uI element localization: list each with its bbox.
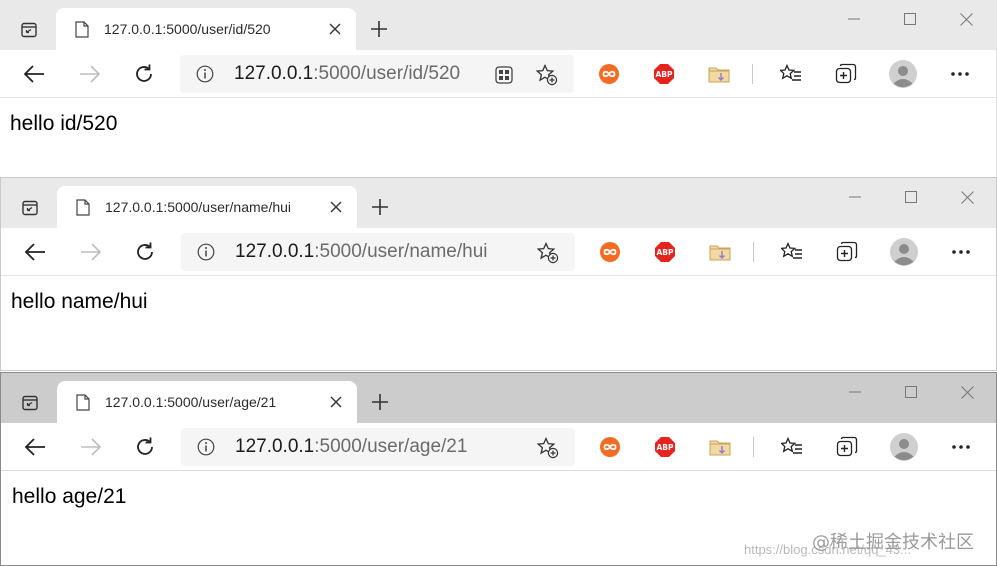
page-text: hello name/hui bbox=[11, 290, 148, 313]
back-arrow-icon[interactable] bbox=[20, 60, 48, 88]
tab-actions-icon[interactable] bbox=[17, 195, 43, 221]
page-text: hello id/520 bbox=[10, 112, 118, 135]
tab-actions-icon[interactable] bbox=[17, 390, 43, 416]
close-window-button[interactable] bbox=[947, 182, 987, 212]
address-bar[interactable]: 127.0.0.1:5000/user/name/hui bbox=[181, 233, 575, 271]
reload-icon[interactable] bbox=[131, 238, 159, 266]
adblock-plus-icon[interactable]: ABP bbox=[653, 240, 677, 264]
close-window-button[interactable] bbox=[947, 377, 987, 407]
tab-actions-icon[interactable] bbox=[16, 17, 42, 43]
folder-download-icon[interactable] bbox=[708, 435, 732, 459]
page-content: hello id/520 bbox=[0, 98, 996, 176]
plus-icon[interactable] bbox=[367, 17, 391, 41]
collections-icon[interactable] bbox=[834, 62, 858, 86]
toolbar-divider bbox=[753, 437, 754, 457]
favorites-icon[interactable] bbox=[780, 435, 804, 459]
info-icon[interactable] bbox=[196, 65, 214, 83]
apps-icon[interactable] bbox=[494, 65, 514, 85]
close-window-button[interactable] bbox=[946, 4, 986, 34]
abp-label: ABP bbox=[656, 443, 674, 452]
url-text[interactable]: 127.0.0.1:5000/user/name/hui bbox=[235, 241, 487, 263]
reload-icon[interactable] bbox=[131, 433, 159, 461]
infinity-extension-icon[interactable] bbox=[597, 62, 621, 86]
collections-icon[interactable] bbox=[835, 240, 859, 264]
toolbar: 127.0.0.1:5000/user/id/520 ABP bbox=[0, 50, 996, 98]
star-add-icon[interactable] bbox=[537, 437, 559, 459]
forward-arrow-icon[interactable] bbox=[77, 433, 105, 461]
info-icon[interactable] bbox=[197, 438, 215, 456]
title-bar: 127.0.0.1:5000/user/id/520 bbox=[0, 0, 996, 50]
plus-icon[interactable] bbox=[368, 195, 392, 219]
page-content: hello name/hui bbox=[1, 276, 996, 370]
browser-window-1: 127.0.0.1:5000/user/id/520 127.0.0.1:500… bbox=[0, 0, 997, 176]
browser-window-2: 127.0.0.1:5000/user/name/hui 127.0.0.1:5… bbox=[0, 177, 997, 371]
adblock-plus-icon[interactable]: ABP bbox=[652, 62, 676, 86]
close-icon[interactable] bbox=[327, 198, 345, 216]
page-icon bbox=[75, 198, 91, 216]
abp-label: ABP bbox=[656, 248, 674, 257]
address-bar[interactable]: 127.0.0.1:5000/user/age/21 bbox=[181, 428, 575, 466]
address-bar[interactable]: 127.0.0.1:5000/user/id/520 bbox=[180, 55, 574, 93]
tab-title: 127.0.0.1:5000/user/id/520 bbox=[104, 21, 271, 37]
title-bar: 127.0.0.1:5000/user/age/21 bbox=[1, 373, 996, 423]
more-menu-icon[interactable] bbox=[949, 435, 973, 459]
profile-avatar-icon[interactable] bbox=[890, 433, 918, 461]
url-path: :5000/user/name/hui bbox=[314, 241, 488, 262]
active-tab[interactable]: 127.0.0.1:5000/user/name/hui bbox=[57, 186, 357, 228]
url-text[interactable]: 127.0.0.1:5000/user/id/520 bbox=[234, 63, 460, 85]
back-arrow-icon[interactable] bbox=[21, 238, 49, 266]
more-menu-icon[interactable] bbox=[948, 62, 972, 86]
plus-icon[interactable] bbox=[368, 390, 392, 414]
toolbar-divider bbox=[753, 242, 754, 262]
reload-icon[interactable] bbox=[130, 60, 158, 88]
title-bar: 127.0.0.1:5000/user/name/hui bbox=[1, 178, 996, 228]
close-icon[interactable] bbox=[327, 393, 345, 411]
info-icon[interactable] bbox=[197, 243, 215, 261]
star-add-icon[interactable] bbox=[537, 242, 559, 264]
star-add-icon[interactable] bbox=[536, 64, 558, 86]
toolbar-divider bbox=[752, 64, 753, 84]
active-tab[interactable]: 127.0.0.1:5000/user/age/21 bbox=[57, 381, 357, 423]
url-host: 127.0.0.1 bbox=[234, 63, 314, 84]
toolbar: 127.0.0.1:5000/user/name/hui ABP bbox=[1, 228, 996, 276]
forward-arrow-icon[interactable] bbox=[76, 60, 104, 88]
adblock-plus-icon[interactable]: ABP bbox=[653, 435, 677, 459]
abp-label: ABP bbox=[655, 70, 673, 79]
favorites-icon[interactable] bbox=[779, 62, 803, 86]
minimize-button[interactable] bbox=[835, 377, 875, 407]
page-icon bbox=[74, 20, 90, 38]
maximize-button[interactable] bbox=[891, 182, 931, 212]
url-text[interactable]: 127.0.0.1:5000/user/age/21 bbox=[235, 436, 467, 458]
folder-download-icon[interactable] bbox=[708, 240, 732, 264]
collections-icon[interactable] bbox=[835, 435, 859, 459]
profile-avatar-icon[interactable] bbox=[889, 60, 917, 88]
active-tab[interactable]: 127.0.0.1:5000/user/id/520 bbox=[56, 8, 356, 50]
favorites-icon[interactable] bbox=[780, 240, 804, 264]
tab-title: 127.0.0.1:5000/user/age/21 bbox=[105, 394, 277, 410]
toolbar: 127.0.0.1:5000/user/age/21 ABP bbox=[1, 423, 996, 471]
maximize-button[interactable] bbox=[891, 377, 931, 407]
close-icon[interactable] bbox=[326, 20, 344, 38]
tab-title: 127.0.0.1:5000/user/name/hui bbox=[105, 199, 292, 215]
infinity-extension-icon[interactable] bbox=[598, 435, 622, 459]
infinity-extension-icon[interactable] bbox=[598, 240, 622, 264]
page-icon bbox=[75, 393, 91, 411]
url-path: :5000/user/age/21 bbox=[314, 436, 468, 457]
minimize-button[interactable] bbox=[835, 182, 875, 212]
watermark-logo: @稀土掘金技术社区 bbox=[812, 532, 974, 553]
more-menu-icon[interactable] bbox=[949, 240, 973, 264]
watermark: https://blog.csdn.net/qq_43... @稀土掘金技术社区 bbox=[744, 528, 994, 564]
page-text: hello age/21 bbox=[12, 485, 127, 508]
url-host: 127.0.0.1 bbox=[235, 436, 315, 457]
url-host: 127.0.0.1 bbox=[235, 241, 315, 262]
profile-avatar-icon[interactable] bbox=[890, 238, 918, 266]
url-path: :5000/user/id/520 bbox=[313, 63, 461, 84]
maximize-button[interactable] bbox=[890, 4, 930, 34]
forward-arrow-icon[interactable] bbox=[77, 238, 105, 266]
folder-download-icon[interactable] bbox=[707, 62, 731, 86]
back-arrow-icon[interactable] bbox=[21, 433, 49, 461]
minimize-button[interactable] bbox=[834, 4, 874, 34]
